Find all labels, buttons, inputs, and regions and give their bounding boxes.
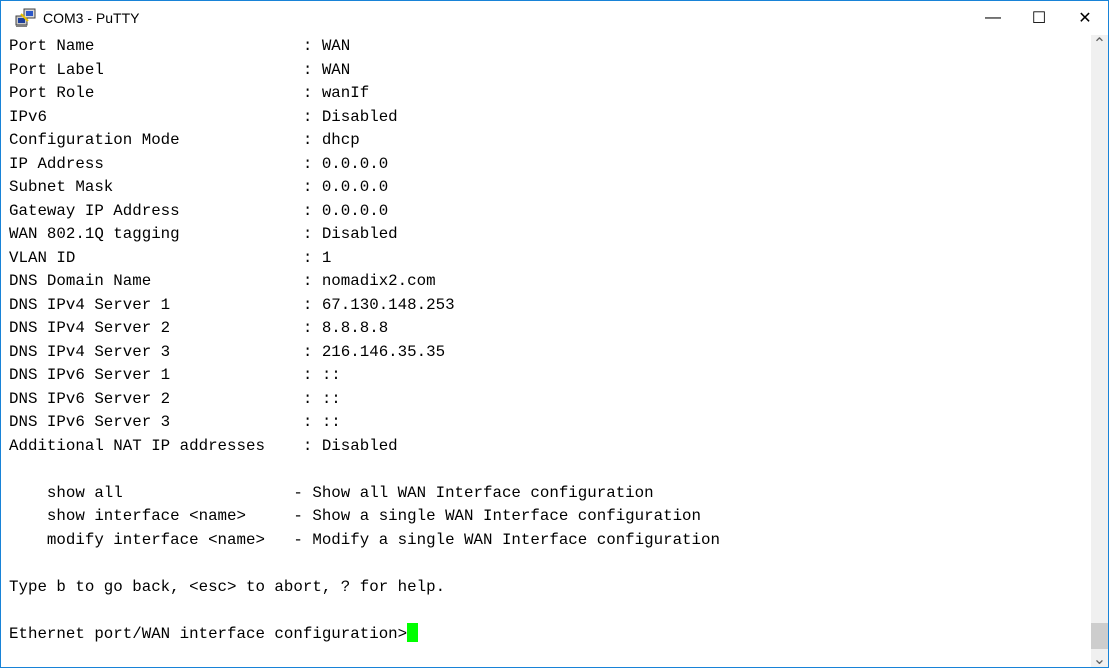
terminal-line: DNS IPv4 Server 2 : 8.8.8.8 — [9, 319, 389, 337]
prompt-text: Ethernet port/WAN interface configuratio… — [9, 624, 408, 643]
terminal-output[interactable]: Port Name : WAN Port Label : WAN Port Role… — [9, 35, 1091, 667]
putty-window: COM3 - PuTTY — ☐ ✕ Port Name : WAN Port L… — [0, 0, 1109, 668]
terminal-line: Type b to go back, <esc> to abort, ? for… — [9, 577, 446, 596]
minimize-icon: — — [985, 9, 1001, 26]
scroll-thumb[interactable] — [1091, 623, 1108, 649]
maximize-button[interactable]: ☐ — [1016, 1, 1062, 35]
terminal-line: modify interface <name> - Modify a singl… — [9, 530, 720, 549]
terminal-line: Port Name : WAN — [9, 37, 351, 55]
terminal-line: show interface <name> - Show a single WA… — [9, 507, 702, 525]
terminal-line: DNS IPv6 Server 3 : :: — [9, 413, 341, 431]
terminal-line: IP Address : 0.0.0.0 — [9, 154, 389, 173]
terminal-line: Gateway IP Address : 0.0.0.0 — [9, 201, 389, 220]
scroll-down-arrow-icon[interactable]: ⌄ — [1091, 650, 1108, 668]
prompt-line[interactable]: Ethernet port/WAN interface configuratio… — [9, 622, 1091, 647]
title-bar[interactable]: COM3 - PuTTY — ☐ ✕ — [1, 1, 1108, 35]
text-cursor — [407, 622, 419, 642]
terminal-line: IPv6 : Disabled — [9, 107, 398, 126]
minimize-button[interactable]: — — [970, 1, 1016, 35]
terminal-line: DNS IPv4 Server 1 : 67.130.148.253 — [9, 295, 455, 314]
window-title: COM3 - PuTTY — [43, 10, 140, 26]
terminal-line: Port Role : wanIf — [9, 84, 370, 102]
terminal-line: Configuration Mode : dhcp — [9, 131, 360, 149]
putty-computers-icon[interactable] — [15, 7, 37, 29]
terminal-line: Port Label : WAN — [9, 60, 351, 79]
terminal-line: show all - Show all WAN Interface config… — [9, 483, 654, 502]
terminal-line: DNS IPv4 Server 3 : 216.146.35.35 — [9, 342, 446, 361]
vertical-scrollbar[interactable]: ⌃ ⌄ — [1091, 35, 1108, 667]
terminal-line: Subnet Mask : 0.0.0.0 — [9, 178, 389, 196]
scroll-up-arrow-icon[interactable]: ⌃ — [1091, 35, 1108, 53]
window-controls: — ☐ ✕ — [970, 1, 1108, 35]
close-button[interactable]: ✕ — [1062, 1, 1108, 35]
terminal-line: Additional NAT IP addresses : Disabled — [9, 436, 398, 455]
terminal-line: VLAN ID : 1 — [9, 248, 332, 267]
maximize-icon: ☐ — [1031, 10, 1047, 27]
close-icon: ✕ — [1078, 10, 1092, 27]
terminal-line: DNS Domain Name : nomadix2.com — [9, 272, 436, 290]
terminal-line: DNS IPv6 Server 1 : :: — [9, 366, 341, 384]
terminal-line: DNS IPv6 Server 2 : :: — [9, 389, 341, 408]
terminal-line: WAN 802.1Q tagging : Disabled — [9, 225, 398, 243]
